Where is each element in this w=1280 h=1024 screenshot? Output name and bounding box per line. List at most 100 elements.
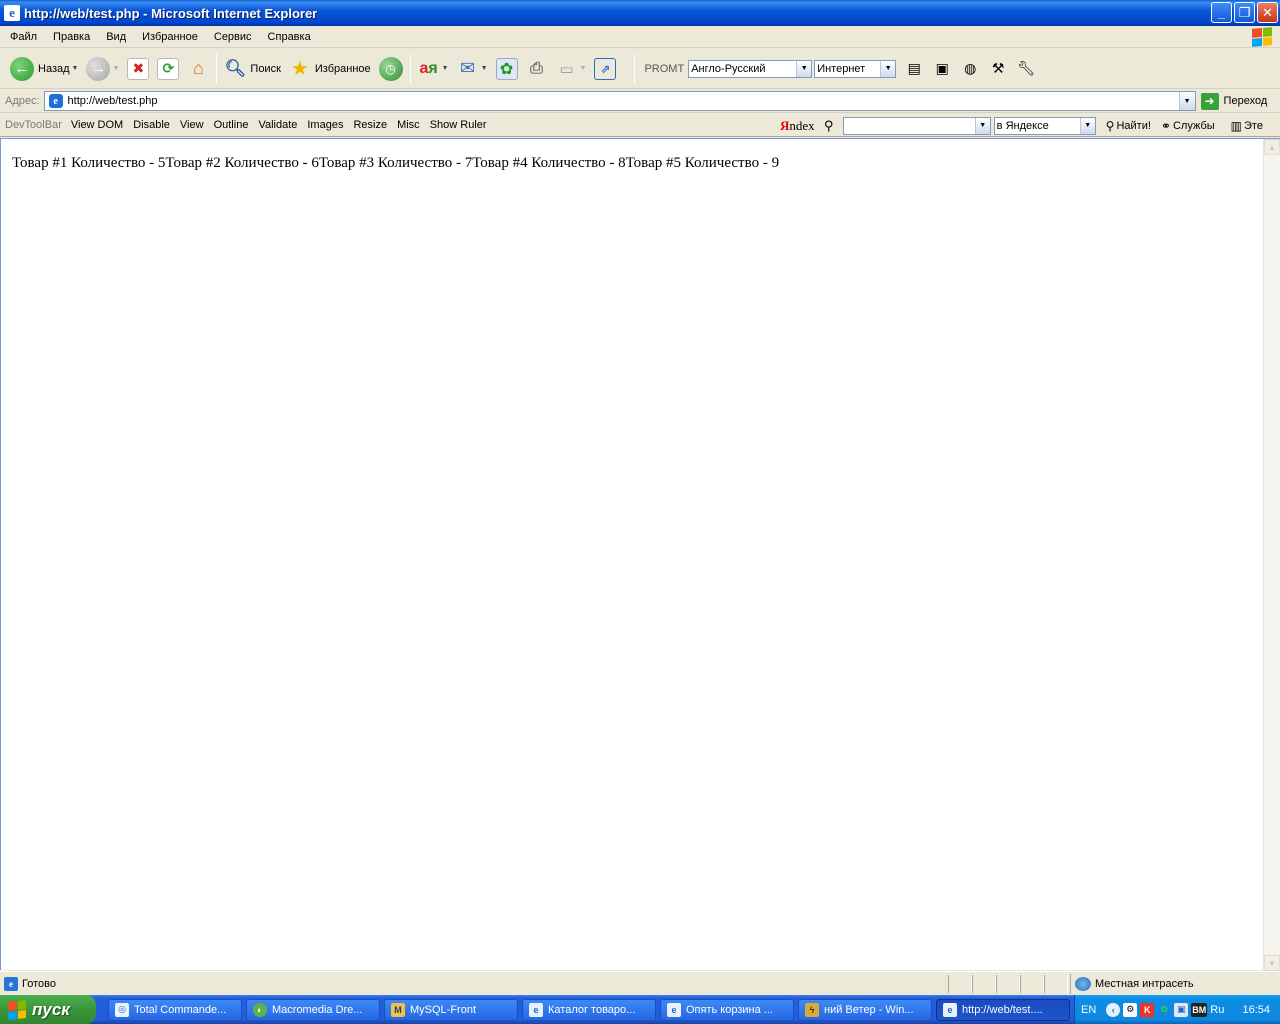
ru-indicator[interactable]: Ru [1210,1004,1224,1016]
menu-view[interactable]: Вид [98,31,134,43]
zone-label: Местная интрасеть [1095,978,1194,990]
chevron-down-icon[interactable]: ▼ [796,60,812,77]
icq-flower-icon: ✿ [495,57,518,80]
address-url[interactable]: http://web/test.php [68,95,158,107]
printer-icon: ⎙ [530,59,543,77]
translation-direction-value: Англо-Русский [691,62,766,75]
translation-direction-select[interactable]: Англо-Русский ▼ [688,59,813,78]
vertical-scrollbar[interactable]: ▲ ▼ [1263,139,1280,971]
task-total-commander[interactable]: ◎ Total Commande... [108,998,242,1021]
devtoolbar-validate[interactable]: Validate [253,119,302,131]
close-button[interactable]: ✕ [1257,2,1278,23]
devtoolbar-outline[interactable]: Outline [209,119,254,131]
home-button[interactable]: ⌂ [183,53,213,85]
translate-button[interactable]: aя ▼ [414,53,453,85]
icq-tray-icon[interactable]: ✿ [1157,1003,1171,1017]
discuss-button[interactable]: ⇗ [590,53,620,85]
discuss-icon: ⇗ [594,57,617,80]
system-tray: EN ‹ ⚙ K ✿ ▣ BM Ru 16:54 [1074,995,1280,1024]
back-button[interactable]: ← Назад ▼ [6,53,82,85]
menu-edit[interactable]: Правка [45,31,98,43]
translate-window-icon[interactable]: ▣ [932,59,952,79]
task-mysql-front[interactable]: M MySQL-Front [384,998,518,1021]
devtoolbar-view[interactable]: View [175,119,209,131]
print-button[interactable]: ⎙ [522,53,552,85]
binoculars-icon: ⚭ [1160,118,1171,133]
chevron-down-icon[interactable]: ▼ [1079,117,1095,134]
tray-expand-icon[interactable]: ‹ [1106,1002,1121,1017]
kaspersky-icon[interactable]: K [1140,1002,1155,1017]
devtoolbar-view-dom[interactable]: View DOM [66,119,128,131]
edit-icon: ▭ [559,60,574,78]
translate-page-icon[interactable]: ▤ [904,59,924,79]
address-bar: Адрес: e http://web/test.php ▼ ➜ Переход [0,90,1280,113]
menu-bar: Файл Правка Вид Избранное Сервис Справка [0,26,1280,48]
edit-dropdown-icon[interactable]: ▼ [580,65,587,72]
translation-profile-select[interactable]: Интернет ▼ [814,59,897,78]
task-label: MySQL-Front [410,1003,477,1016]
task-ie-active[interactable]: e http://web/test.... [936,998,1070,1021]
task-basket[interactable]: e Опять корзина ... [660,998,794,1021]
home-icon: ⌂ [192,58,204,78]
network-icon[interactable]: ▣ [1174,1002,1189,1017]
devtoolbar-disable[interactable]: Disable [128,119,175,131]
scroll-down-icon[interactable]: ▼ [1264,955,1280,971]
translate-dropdown-icon[interactable]: ▼ [442,65,449,72]
menu-tools[interactable]: Сервис [206,31,260,43]
bm-icon[interactable]: BM [1191,1002,1208,1017]
mail-dropdown-icon[interactable]: ▼ [481,65,488,72]
wrench-icon[interactable]: 🔧︎ [1016,59,1036,79]
forward-arrow-icon: → [86,56,111,81]
mail-button[interactable]: ✉ ▼ [453,53,492,85]
tray-app-icon[interactable]: ⚙ [1123,1002,1138,1017]
address-dropdown-icon[interactable]: ▼ [1178,92,1195,110]
menu-file[interactable]: Файл [2,31,45,43]
start-button[interactable]: пуск [0,995,96,1024]
globe-translate-icon[interactable]: ◍ [960,59,980,79]
task-dreamweaver[interactable]: ◐ Macromedia Dre... [246,998,380,1021]
magic-wand-icon[interactable]: ⚒ [988,59,1008,79]
devtoolbar-misc[interactable]: Misc [392,119,425,131]
yandex-search-input[interactable]: ▼ [842,116,991,135]
yandex-scope-select[interactable]: в Яндексе ▼ [993,116,1096,135]
yandex-extra-button[interactable]: ▥ Эте [1231,119,1263,133]
toolbar-separator [216,53,218,84]
icq-button[interactable]: ✿ [492,53,522,85]
forward-dropdown-icon[interactable]: ▼ [112,65,119,72]
forward-button[interactable]: → ▼ [82,53,123,85]
yandex-find-button[interactable]: ⚲ Найти! [1106,119,1151,133]
task-label: Каталог товаро... [548,1003,636,1016]
favorites-button[interactable]: ★ Избранное [285,53,375,85]
devtoolbar-images[interactable]: Images [302,119,348,131]
search-icon: 🔍︎ [224,58,247,78]
devtoolbar-show-ruler[interactable]: Show Ruler [425,119,492,131]
go-label: Переход [1223,95,1268,107]
devtoolbar-resize[interactable]: Resize [348,119,392,131]
refresh-button[interactable]: ⟳ [153,53,183,85]
back-dropdown-icon[interactable]: ▼ [72,65,79,72]
refresh-icon: ⟳ [157,57,180,80]
task-winamp[interactable]: ϟ ний Ветер - Win... [798,998,932,1021]
yandex-antenna-icon[interactable]: ⚲ [819,116,839,136]
chevron-down-icon[interactable]: ▼ [880,60,896,77]
window-controls: _ ❐ ✕ [1211,2,1278,23]
minimize-button[interactable]: _ [1211,2,1232,23]
edit-button[interactable]: ▭ ▼ [552,53,591,85]
yandex-services-button[interactable]: ⚭ Службы [1161,119,1215,133]
language-indicator[interactable]: EN [1081,1004,1096,1016]
go-button[interactable]: ➜ Переход [1200,92,1268,110]
chevron-down-icon[interactable]: ▼ [974,117,990,134]
yandex-logo[interactable]: Яndex [780,118,815,134]
menu-favorites[interactable]: Избранное [134,31,206,43]
history-icon: ◷ [378,56,403,81]
task-catalog[interactable]: e Каталог товаро... [522,998,656,1021]
maximize-button[interactable]: ❐ [1234,2,1255,23]
clock[interactable]: 16:54 [1242,1004,1270,1016]
search-button[interactable]: 🔍︎ Поиск [220,53,284,85]
stop-button[interactable]: ✖ [123,53,153,85]
menu-help[interactable]: Справка [260,31,319,43]
scroll-up-icon[interactable]: ▲ [1264,139,1280,155]
history-button[interactable]: ◷ [375,53,407,85]
task-label: Macromedia Dre... [272,1003,363,1016]
address-input[interactable]: e http://web/test.php ▼ [43,91,1196,111]
